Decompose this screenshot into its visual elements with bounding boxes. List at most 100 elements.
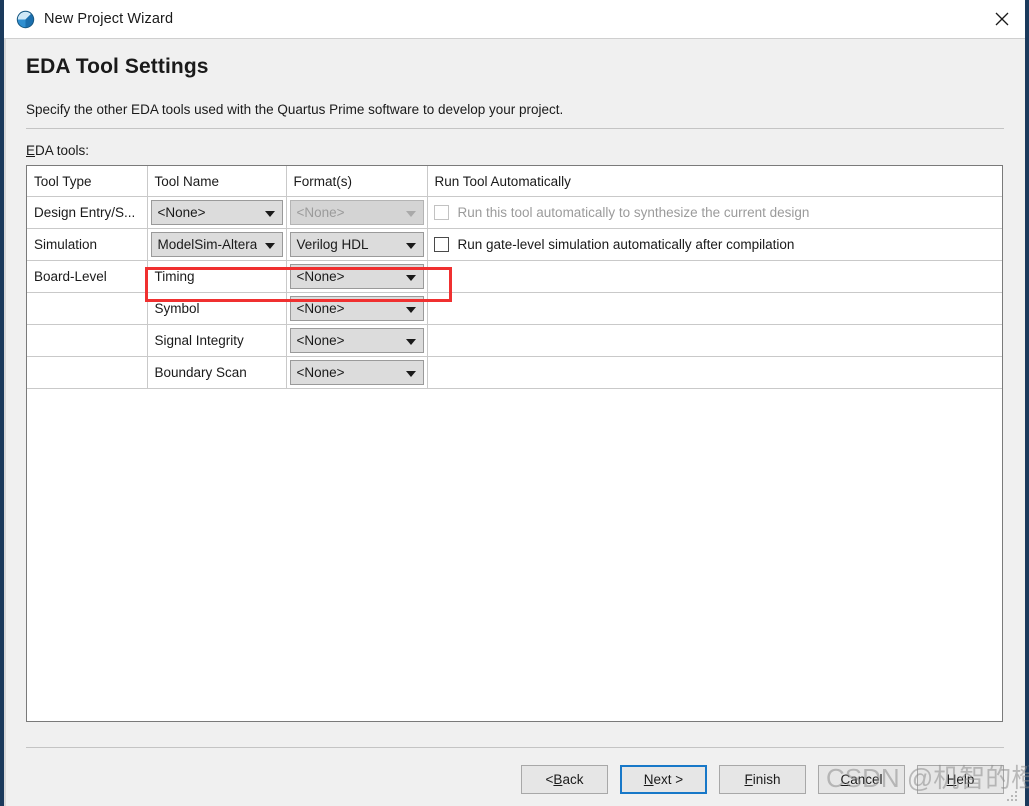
table-row: Design Entry/S... <None> <None> Run this… [27, 196, 1003, 229]
next-button-mnemonic: N [643, 772, 654, 787]
cell-format: <None> [286, 196, 428, 229]
table-header: Tool Type Tool Name Format(s) Run Tool A… [27, 166, 1002, 197]
chevron-down-icon [405, 242, 416, 249]
page-title: EDA Tool Settings [26, 55, 209, 78]
column-header-tool-name: Tool Name [147, 166, 287, 197]
board-symbol-format-combo[interactable]: <None> [289, 296, 424, 321]
new-project-wizard-dialog: New Project Wizard EDA Tool Settings Spe… [0, 0, 1029, 806]
row-2-tool-type: Board-Level [34, 269, 107, 284]
back-button-post: ack [562, 772, 584, 787]
board-boundary-scan-format-value: <None> [296, 365, 345, 380]
eda-tools-panel: Tool Type Tool Name Format(s) Run Tool A… [26, 165, 1003, 722]
simulation-run-label: Run gate-level simulation automatically … [457, 237, 795, 252]
table-row: Symbol <None> [27, 292, 1002, 325]
simulation-run-row: Run gate-level simulation automatically … [428, 229, 1003, 260]
cell-format: Verilog HDL [286, 228, 428, 261]
board-timing-format-value: <None> [296, 269, 345, 284]
row-4-tool-name: Signal Integrity [154, 333, 244, 348]
finish-button-mnemonic: F [744, 772, 753, 787]
eda-tools-table: Tool Type Tool Name Format(s) Run Tool A… [27, 166, 1002, 389]
design-entry-format-combo: <None> [289, 200, 424, 225]
chevron-down-icon [405, 306, 416, 313]
finish-button[interactable]: Finish [719, 765, 806, 794]
chevron-down-icon [405, 370, 416, 377]
window-edge-right [1025, 0, 1029, 806]
cell-format: <None> [286, 324, 428, 357]
cell-tool-name: Signal Integrity [147, 324, 287, 357]
board-symbol-format-value: <None> [296, 301, 345, 316]
row-1-tool-type: Simulation [34, 237, 98, 252]
back-button-mnemonic: B [553, 772, 563, 787]
board-signal-integrity-format-combo[interactable]: <None> [289, 328, 424, 353]
row-0-tool-type: Design Entry/S... [34, 205, 136, 220]
chevron-down-icon [405, 338, 416, 345]
board-boundary-scan-format-combo[interactable]: <None> [289, 360, 424, 385]
cell-run-tool: Run gate-level simulation automatically … [427, 228, 1003, 261]
cell-tool-type: Board-Level [27, 260, 148, 293]
chevron-down-icon [405, 210, 416, 217]
footer-divider [26, 747, 1004, 748]
cell-run-tool [427, 356, 1002, 389]
column-header-tool-type: Tool Type [27, 166, 148, 197]
next-button-post: ext > [653, 772, 684, 787]
board-signal-integrity-format-value: <None> [296, 333, 345, 348]
cell-run-tool [427, 292, 1002, 325]
cancel-button[interactable]: Cancel [818, 765, 905, 794]
cell-tool-name: Symbol [147, 292, 287, 325]
design-entry-format-value: <None> [296, 205, 345, 220]
quartus-globe-icon [16, 10, 35, 29]
eda-tools-label-rest: DA tools: [35, 143, 90, 158]
help-button-post: elp [956, 772, 975, 787]
cell-run-tool [427, 324, 1002, 357]
help-button[interactable]: Help [917, 765, 1004, 794]
simulation-format-combo[interactable]: Verilog HDL [289, 232, 424, 257]
column-header-run-tool-automatically-label: Run Tool Automatically [434, 173, 571, 189]
finish-button-post: inish [752, 772, 781, 787]
cell-tool-type [27, 356, 148, 389]
table-row: Board-Level Timing <None> [27, 260, 1002, 293]
design-entry-run-checkbox [433, 205, 449, 220]
design-entry-run-label: Run this tool automatically to synthesiz… [457, 205, 810, 220]
row-5-tool-name: Boundary Scan [154, 365, 247, 380]
simulation-run-checkbox[interactable] [433, 237, 449, 252]
dialog-button-bar: < Back Next > Finish Cancel Help [521, 765, 1004, 794]
column-header-tool-type-label: Tool Type [34, 173, 92, 189]
cell-format: <None> [286, 356, 428, 389]
simulation-tool-name-combo[interactable]: ModelSim-Altera [150, 232, 283, 257]
cell-tool-name: <None> [147, 196, 287, 229]
back-button[interactable]: < Back [521, 765, 608, 794]
table-body: Design Entry/S... <None> <None> Run this… [27, 196, 1003, 389]
simulation-format-value: Verilog HDL [296, 237, 369, 252]
header-divider [26, 128, 1004, 129]
back-button-pre: < [545, 772, 554, 787]
chevron-down-icon [264, 242, 275, 249]
column-header-formats-label: Format(s) [293, 173, 353, 189]
design-entry-tool-name-value: <None> [157, 205, 206, 220]
cell-run-tool [427, 260, 1002, 293]
next-button[interactable]: Next > [620, 765, 707, 794]
board-timing-format-combo[interactable]: <None> [289, 264, 424, 289]
row-3-tool-name: Symbol [154, 301, 200, 316]
column-header-tool-name-label: Tool Name [154, 173, 220, 189]
cell-format: <None> [286, 260, 428, 293]
cell-tool-type [27, 292, 148, 325]
eda-tools-label: EDA tools: [26, 143, 89, 158]
cell-tool-type [27, 324, 148, 357]
dialog-body: EDA Tool Settings Specify the other EDA … [6, 39, 1025, 806]
chevron-down-icon [264, 210, 275, 217]
cancel-button-mnemonic: C [840, 772, 851, 787]
column-header-formats: Format(s) [286, 166, 428, 197]
design-entry-run-row: Run this tool automatically to synthesiz… [428, 197, 1003, 228]
cell-run-tool: Run this tool automatically to synthesiz… [427, 196, 1003, 229]
design-entry-tool-name-combo[interactable]: <None> [150, 200, 283, 225]
chevron-down-icon [405, 274, 416, 281]
close-icon[interactable] [979, 0, 1025, 38]
resize-grip-icon[interactable] [1007, 791, 1018, 802]
table-header-row: Tool Type Tool Name Format(s) Run Tool A… [27, 166, 1002, 197]
cell-tool-type: Design Entry/S... [27, 196, 148, 229]
cell-tool-type: Simulation [27, 228, 148, 261]
page-subtitle: Specify the other EDA tools used with th… [26, 102, 564, 117]
cell-format: <None> [286, 292, 428, 325]
eda-tools-label-mnemonic: E [26, 143, 36, 158]
cell-tool-name: Timing [147, 260, 287, 293]
